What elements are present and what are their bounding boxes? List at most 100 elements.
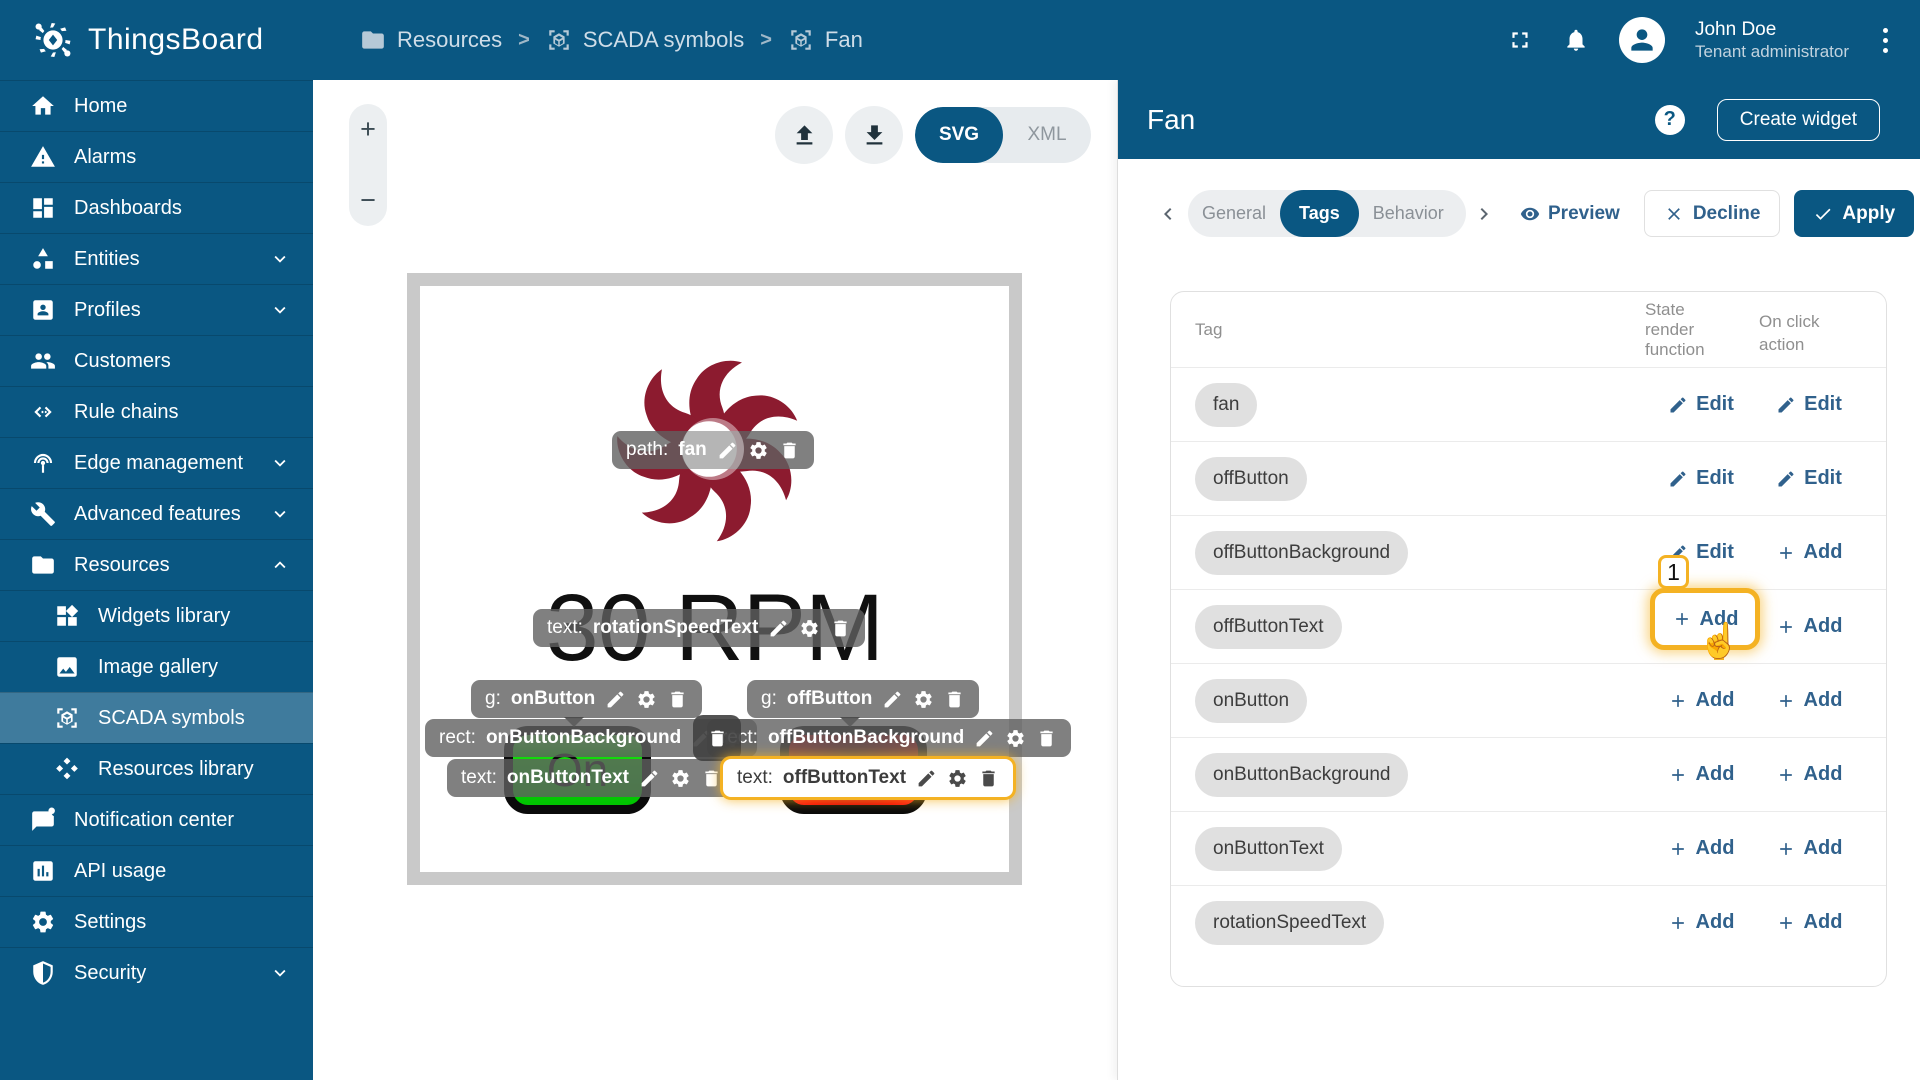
sidebar-item-settings[interactable]: Settings xyxy=(0,896,313,947)
fullscreen-button[interactable] xyxy=(1507,27,1533,53)
home-icon xyxy=(30,93,56,119)
tab-tags[interactable]: Tags xyxy=(1280,190,1359,237)
tab-behavior[interactable]: Behavior xyxy=(1359,190,1458,237)
tabs-scroll-left-button[interactable] xyxy=(1156,202,1180,226)
sidebar-item-edge-management[interactable]: Edge management xyxy=(0,437,313,488)
sidebar-item-api-usage[interactable]: API usage xyxy=(0,845,313,896)
sidebar-item-scada-symbols[interactable]: SCADA symbols xyxy=(0,692,313,743)
trash-icon[interactable] xyxy=(701,768,722,789)
trash-tile-button[interactable] xyxy=(693,715,741,761)
notifications-button[interactable] xyxy=(1563,27,1589,53)
trash-icon[interactable] xyxy=(944,689,965,710)
sidebar-item-customers[interactable]: Customers xyxy=(0,335,313,386)
tab-properties-clipped[interactable]: Properties xyxy=(1458,190,1466,237)
sidebar-item-alarms[interactable]: Alarms xyxy=(0,131,313,182)
gear-icon[interactable] xyxy=(1005,728,1026,749)
shield-icon xyxy=(30,960,56,986)
sidebar-item-entities[interactable]: Entities xyxy=(0,233,313,284)
on-click-add-button[interactable]: Add xyxy=(1776,541,1843,564)
table-header: Tag State render function On click actio… xyxy=(1171,292,1886,367)
scada-cube-icon xyxy=(788,27,814,53)
widgets-icon xyxy=(54,603,80,629)
sidebar-item-dashboards[interactable]: Dashboards xyxy=(0,182,313,233)
gear-icon[interactable] xyxy=(670,768,691,789)
sidebar-item-profiles[interactable]: Profiles xyxy=(0,284,313,335)
sidebar-item-image-gallery[interactable]: Image gallery xyxy=(0,641,313,692)
table-row: offButton Edit Edit xyxy=(1171,441,1886,515)
create-widget-button[interactable]: Create widget xyxy=(1717,99,1880,141)
chip-rect-off-button-background[interactable]: rect: offButtonBackground xyxy=(707,719,1071,757)
plus-icon xyxy=(1776,617,1796,637)
pencil-icon[interactable] xyxy=(768,618,789,639)
on-click-add-button[interactable]: Add xyxy=(1776,763,1843,786)
state-render-add-button[interactable]: Add xyxy=(1668,837,1735,860)
trash-icon[interactable] xyxy=(779,440,800,461)
state-render-add-button[interactable]: Add xyxy=(1668,911,1735,934)
chip-path-fan[interactable]: path: fan xyxy=(612,431,814,469)
user-menu-button[interactable] xyxy=(1879,24,1892,57)
zoom-in-button[interactable]: + xyxy=(360,116,376,143)
trash-icon[interactable] xyxy=(978,768,999,789)
trash-icon[interactable] xyxy=(1036,728,1057,749)
pencil-icon xyxy=(1776,469,1796,489)
pencil-icon[interactable] xyxy=(605,689,626,710)
user-avatar[interactable] xyxy=(1619,17,1665,63)
chip-group-off-button[interactable]: g: offButton xyxy=(747,680,979,718)
gear-icon[interactable] xyxy=(636,689,657,710)
preview-button[interactable]: Preview xyxy=(1520,203,1620,225)
tabs-scroll-right-button[interactable] xyxy=(1472,202,1496,226)
on-click-edit-button[interactable]: Edit xyxy=(1776,393,1842,416)
sidebar-item-notification-center[interactable]: Notification center xyxy=(0,794,313,845)
tab-general[interactable]: General xyxy=(1188,190,1280,237)
table-row: rotationSpeedText Add Add xyxy=(1171,885,1886,959)
breadcrumb-resources[interactable]: Resources xyxy=(360,27,502,53)
notification-icon xyxy=(30,807,56,833)
state-render-add-button[interactable]: Add xyxy=(1668,689,1735,712)
topbar-actions: John Doe Tenant administrator xyxy=(1507,17,1920,63)
gear-icon[interactable] xyxy=(799,618,820,639)
gear-icon[interactable] xyxy=(748,440,769,461)
breadcrumb-scada-symbols[interactable]: SCADA symbols xyxy=(546,27,744,53)
chip-text-on-button-text[interactable]: text: onButtonText xyxy=(447,759,736,797)
apply-button[interactable]: Apply xyxy=(1794,190,1914,237)
sidebar-item-security[interactable]: Security xyxy=(0,947,313,998)
pencil-icon[interactable] xyxy=(882,689,903,710)
thingsboard-logo-icon xyxy=(30,17,76,63)
app-logo[interactable]: ThingsBoard xyxy=(0,17,313,63)
chevron-down-icon xyxy=(269,962,291,984)
toggle-svg[interactable]: SVG xyxy=(915,107,1003,163)
state-render-edit-button[interactable]: Edit xyxy=(1668,393,1734,416)
chip-group-on-button[interactable]: g: onButton xyxy=(471,680,702,718)
on-click-edit-button[interactable]: Edit xyxy=(1776,467,1842,490)
on-click-add-button[interactable]: Add xyxy=(1776,615,1843,638)
toggle-xml[interactable]: XML xyxy=(1003,107,1091,163)
pencil-icon[interactable] xyxy=(639,768,660,789)
sidebar-item-resources[interactable]: Resources xyxy=(0,539,313,590)
sidebar-item-rule-chains[interactable]: Rule chains xyxy=(0,386,313,437)
download-button[interactable] xyxy=(845,106,903,164)
upload-button[interactable] xyxy=(775,106,833,164)
state-render-edit-button[interactable]: Edit xyxy=(1668,467,1734,490)
breadcrumb-fan[interactable]: Fan xyxy=(788,27,863,53)
on-click-add-button[interactable]: Add xyxy=(1776,689,1843,712)
help-button[interactable]: ? xyxy=(1655,105,1685,135)
dashboards-icon xyxy=(30,195,56,221)
pencil-icon[interactable] xyxy=(916,768,937,789)
sidebar-item-resources-library[interactable]: Resources library xyxy=(0,743,313,794)
chip-text-off-button-text-selected[interactable]: text: offButtonText xyxy=(720,756,1016,800)
zoom-out-button[interactable]: − xyxy=(360,187,376,214)
chevron-down-icon xyxy=(269,248,291,270)
pencil-icon[interactable] xyxy=(974,728,995,749)
decline-button[interactable]: Decline xyxy=(1644,190,1781,237)
trash-icon[interactable] xyxy=(830,618,851,639)
on-click-add-button[interactable]: Add xyxy=(1776,911,1843,934)
on-click-add-button[interactable]: Add xyxy=(1776,837,1843,860)
state-render-add-button[interactable]: Add xyxy=(1668,763,1735,786)
sidebar-item-widgets-library[interactable]: Widgets library xyxy=(0,590,313,641)
chip-text-rotation-speed[interactable]: text: rotationSpeedText xyxy=(533,609,865,647)
trash-icon[interactable] xyxy=(667,689,688,710)
sidebar-item-home[interactable]: Home xyxy=(0,80,313,131)
sidebar-item-advanced-features[interactable]: Advanced features xyxy=(0,488,313,539)
gear-icon[interactable] xyxy=(947,768,968,789)
gear-icon[interactable] xyxy=(913,689,934,710)
